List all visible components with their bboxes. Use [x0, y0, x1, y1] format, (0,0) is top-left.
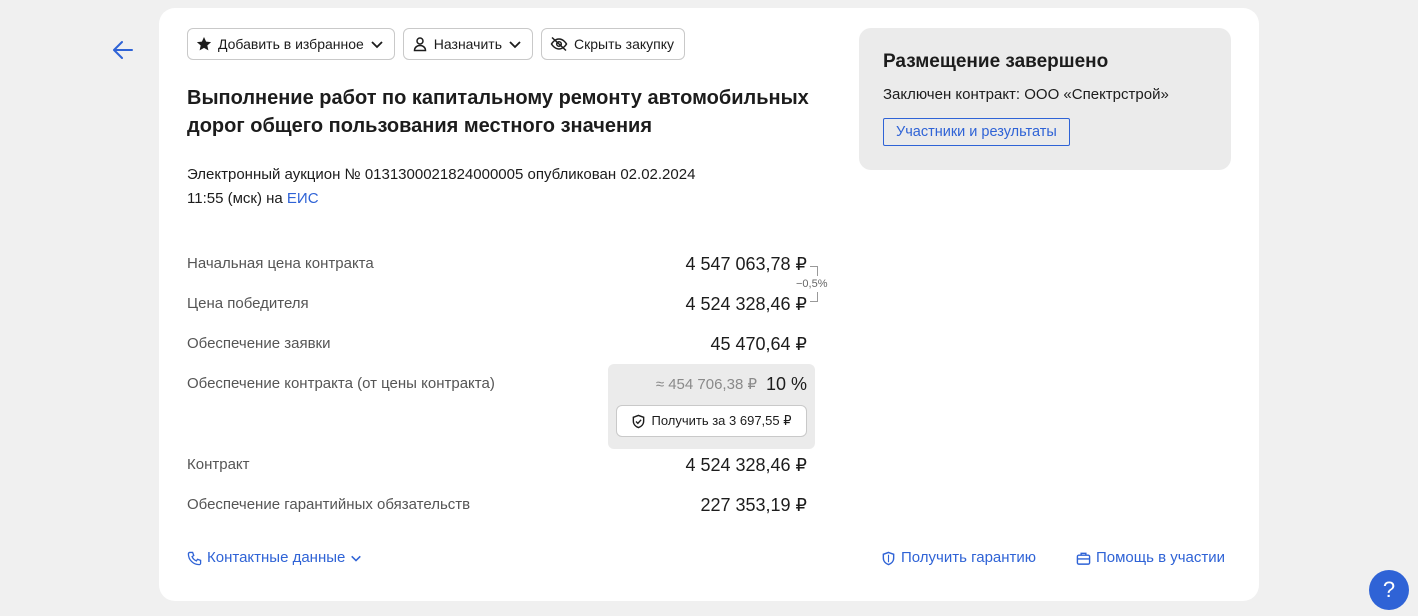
contract-security-label: Обеспечение контракта (от цены контракта…	[187, 375, 495, 392]
get-security-label: Получить за 3 697,55 ₽	[651, 413, 792, 428]
shield-icon	[882, 551, 895, 565]
status-panel: Размещение завершено Заключен контракт: …	[859, 28, 1231, 170]
warranty-security-value: 227 353,19 ₽	[700, 495, 807, 515]
assign-button[interactable]: Назначить	[402, 28, 533, 60]
initial-price-value: 4 547 063,78 ₽	[685, 254, 807, 274]
hide-tender-button[interactable]: Скрыть закупку	[541, 28, 686, 60]
assign-label: Назначить	[433, 36, 502, 52]
contract-security-percent: 10 %	[765, 374, 807, 394]
tender-subtitle: Электронный аукцион № 013130002182400000…	[187, 163, 707, 211]
bid-security-value: 45 470,64 ₽	[710, 334, 807, 354]
participants-results-button[interactable]: Участники и результаты	[883, 118, 1070, 146]
price-diff-label: −0,5%	[796, 278, 828, 290]
contacts-label: Контактные данные	[207, 549, 346, 566]
chevron-down-icon	[371, 41, 383, 49]
status-text: Заключен контракт: ООО «Спектрстрой»	[883, 86, 1169, 103]
contract-row: Контракт 4 524 328,46 ₽	[187, 453, 807, 477]
user-icon	[413, 37, 427, 52]
toolbar: Добавить в избранное Назначить Скрыть за…	[187, 28, 686, 60]
tender-card: Добавить в избранное Назначить Скрыть за…	[159, 8, 1259, 601]
contract-security-approx: ≈ 454 706,38 ₽	[655, 376, 757, 393]
get-guarantee-link[interactable]: Получить гарантию	[881, 548, 1036, 568]
phone-icon	[187, 551, 202, 565]
publication-info: Электронный аукцион № 013130002182400000…	[187, 166, 696, 207]
add-favorite-label: Добавить в избранное	[218, 36, 364, 52]
add-favorite-button[interactable]: Добавить в избранное	[187, 28, 395, 60]
contract-value: 4 524 328,46 ₽	[685, 455, 807, 475]
eis-link[interactable]: ЕИС	[287, 190, 319, 207]
bid-security-row: Обеспечение заявки 45 470,64 ₽	[187, 332, 807, 356]
contacts-link[interactable]: Контактные данные	[187, 548, 362, 568]
shield-check-icon	[633, 414, 645, 428]
get-guarantee-label: Получить гарантию	[901, 549, 1037, 566]
winner-price-row: Цена победителя 4 524 328,46 ₽	[187, 292, 807, 316]
briefcase-icon	[1076, 552, 1091, 565]
initial-price-label: Начальная цена контракта	[187, 255, 374, 272]
hide-tender-label: Скрыть закупку	[574, 36, 675, 52]
initial-price-row: Начальная цена контракта 4 547 063,78 ₽	[187, 252, 807, 276]
winner-price-label: Цена победителя	[187, 295, 309, 312]
warranty-security-label: Обеспечение гарантийных обязательств	[187, 496, 471, 513]
contract-security-box: ≈ 454 706,38 ₽ 10 % Получить за 3 697,55…	[608, 364, 815, 449]
chevron-down-icon	[351, 555, 362, 562]
status-title: Размещение завершено	[883, 51, 1109, 72]
back-arrow-icon[interactable]	[110, 38, 136, 62]
winner-price-value: 4 524 328,46 ₽	[685, 294, 807, 314]
star-icon	[196, 37, 212, 51]
get-security-button[interactable]: Получить за 3 697,55 ₽	[616, 405, 807, 437]
help-button[interactable]: ?	[1369, 570, 1409, 610]
contract-label: Контракт	[187, 456, 250, 473]
chevron-down-icon	[509, 41, 521, 49]
bid-security-label: Обеспечение заявки	[187, 335, 331, 352]
tender-title: Выполнение работ по капитальному ремонту…	[187, 87, 809, 137]
eye-off-icon	[550, 36, 568, 52]
warranty-security-row: Обеспечение гарантийных обязательств 227…	[187, 493, 807, 517]
help-participation-label: Помощь в участии	[1096, 549, 1226, 566]
help-participation-link[interactable]: Помощь в участии	[1076, 548, 1225, 568]
